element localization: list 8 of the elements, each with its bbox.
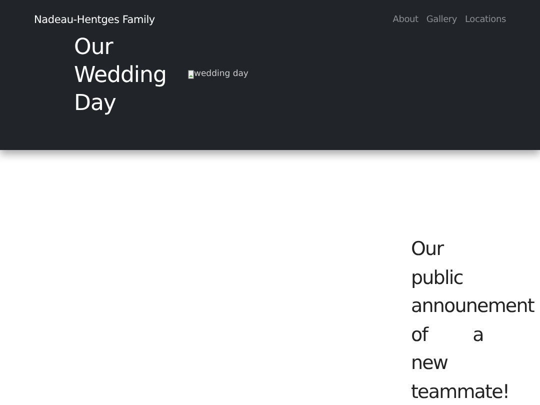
nav-link[interactable]: About — [392, 14, 418, 28]
nav-link[interactable]: Locations — [465, 14, 506, 28]
broken-image-icon — [188, 70, 194, 79]
brand-name[interactable]: Nadeau-Hentges Family — [34, 13, 155, 29]
image-alt-text: wedding day — [194, 68, 248, 81]
nav-link[interactable]: Gallery — [426, 14, 458, 28]
hero-heading: Our Wedding Day — [74, 34, 164, 118]
announcement-heading: Our public announement of a new teammate! — [411, 237, 535, 404]
